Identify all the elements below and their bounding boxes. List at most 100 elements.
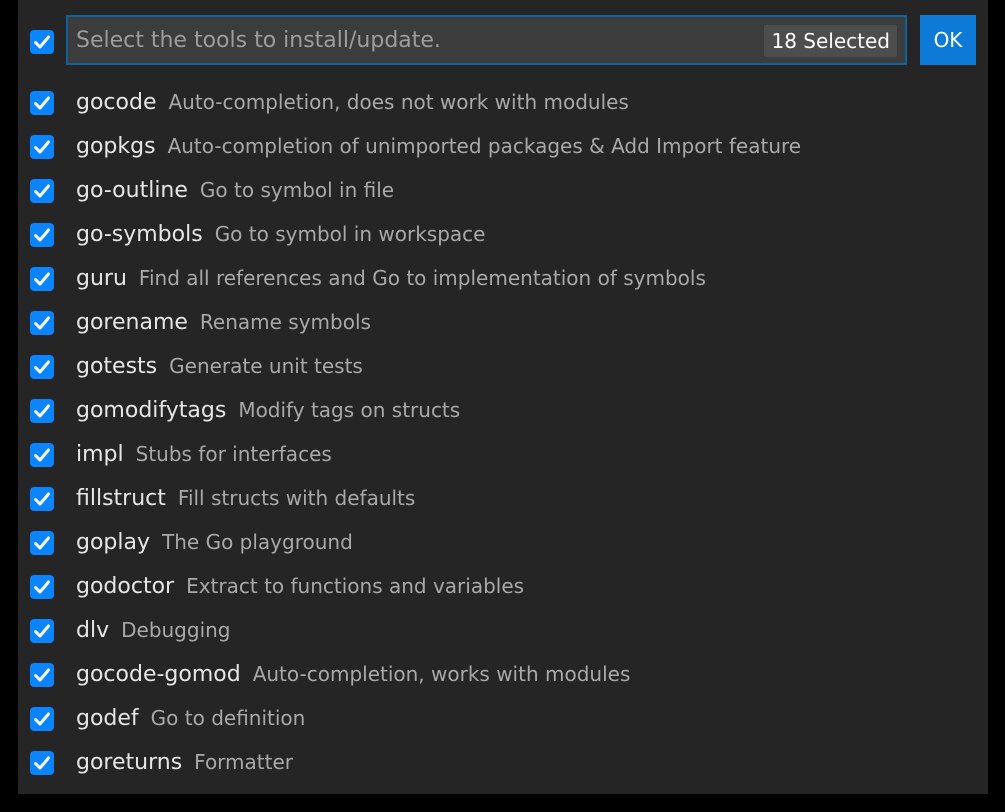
checkmark-icon bbox=[34, 140, 50, 154]
selected-count-badge: 18 Selected bbox=[764, 25, 897, 57]
checkmark-icon bbox=[34, 316, 50, 330]
tool-label: godoctor Extract to functions and variabl… bbox=[76, 571, 524, 602]
checkmark-icon bbox=[34, 404, 50, 418]
checkmark-icon bbox=[34, 35, 50, 49]
tool-checkbox[interactable] bbox=[30, 135, 54, 159]
tool-item-gocode[interactable]: gocode Auto-completion, does not work wit… bbox=[18, 81, 988, 125]
tool-checkbox[interactable] bbox=[30, 619, 54, 643]
tool-name: fillstruct bbox=[76, 486, 166, 511]
tool-checkbox[interactable] bbox=[30, 223, 54, 247]
tool-label: gomodifytags Modify tags on structs bbox=[76, 395, 460, 426]
tool-item-gomodifytags[interactable]: gomodifytags Modify tags on structs bbox=[18, 389, 988, 433]
tool-item-gorename[interactable]: gorename Rename symbols bbox=[18, 301, 988, 345]
tool-description: Go to symbol in workspace bbox=[214, 222, 486, 246]
checkmark-icon bbox=[34, 96, 50, 110]
tool-item-gopkgs[interactable]: gopkgs Auto-completion of unimported pack… bbox=[18, 125, 988, 169]
tool-checkbox[interactable] bbox=[30, 751, 54, 775]
tool-label: guru Find all references and Go to implem… bbox=[76, 263, 706, 294]
tool-checkbox[interactable] bbox=[30, 311, 54, 335]
tool-name: gotests bbox=[76, 354, 158, 379]
tool-item-gocode-gomod[interactable]: gocode-gomod Auto-completion, works with … bbox=[18, 653, 988, 697]
tool-name: gocode bbox=[76, 90, 157, 115]
tool-list: gocode Auto-completion, does not work wit… bbox=[18, 81, 988, 785]
checkmark-icon bbox=[34, 184, 50, 198]
tool-name: dlv bbox=[76, 618, 110, 643]
tool-checkbox[interactable] bbox=[30, 531, 54, 555]
tool-checkbox[interactable] bbox=[30, 487, 54, 511]
tool-name: go-outline bbox=[76, 178, 188, 203]
tool-label: go-outline Go to symbol in file bbox=[76, 175, 394, 206]
select-all-checkbox[interactable] bbox=[30, 30, 54, 54]
tool-label: godef Go to definition bbox=[76, 703, 305, 734]
tool-name: go-symbols bbox=[76, 222, 203, 247]
checkmark-icon bbox=[34, 624, 50, 638]
tool-name: guru bbox=[76, 266, 127, 291]
checkmark-icon bbox=[34, 580, 50, 594]
tool-label: gocode-gomod Auto-completion, works with … bbox=[76, 659, 630, 690]
tool-description: Auto-completion, does not work with modu… bbox=[168, 90, 629, 114]
tool-item-impl[interactable]: impl Stubs for interfaces bbox=[18, 433, 988, 477]
tool-label: gopkgs Auto-completion of unimported pack… bbox=[76, 131, 801, 162]
tool-item-godef[interactable]: godef Go to definition bbox=[18, 697, 988, 741]
checkmark-icon bbox=[34, 712, 50, 726]
tool-description: Stubs for interfaces bbox=[135, 442, 332, 466]
quick-pick-panel: 18 Selected OK gocode Auto-completion, do… bbox=[18, 0, 988, 794]
tool-description: Go to symbol in file bbox=[199, 178, 395, 202]
tool-name: gocode-gomod bbox=[76, 662, 241, 687]
tool-item-goreturns[interactable]: goreturns Formatter bbox=[18, 741, 988, 785]
tool-item-go-outline[interactable]: go-outline Go to symbol in file bbox=[18, 169, 988, 213]
checkmark-icon bbox=[34, 228, 50, 242]
tool-label: fillstruct Fill structs with defaults bbox=[76, 483, 415, 514]
tool-description: Find all references and Go to implementa… bbox=[138, 266, 706, 290]
ok-button[interactable]: OK bbox=[920, 15, 976, 65]
tool-item-goplay[interactable]: goplay The Go playground bbox=[18, 521, 988, 565]
tool-checkbox[interactable] bbox=[30, 443, 54, 467]
tool-label: dlv Debugging bbox=[76, 615, 231, 646]
tool-name: gorename bbox=[76, 310, 188, 335]
tool-item-dlv[interactable]: dlv Debugging bbox=[18, 609, 988, 653]
tool-item-fillstruct[interactable]: fillstruct Fill structs with defaults bbox=[18, 477, 988, 521]
tool-item-guru[interactable]: guru Find all references and Go to implem… bbox=[18, 257, 988, 301]
tool-description: Modify tags on structs bbox=[238, 398, 461, 422]
filter-input[interactable] bbox=[76, 17, 756, 63]
tool-description: Fill structs with defaults bbox=[177, 486, 416, 510]
tool-name: goreturns bbox=[76, 750, 183, 775]
tool-description: Rename symbols bbox=[199, 310, 371, 334]
tool-description: Auto-completion, works with modules bbox=[252, 662, 631, 686]
tool-label: impl Stubs for interfaces bbox=[76, 439, 332, 470]
tool-description: Go to definition bbox=[150, 706, 306, 730]
quick-pick-header: 18 Selected OK bbox=[18, 14, 988, 68]
tool-label: gocode Auto-completion, does not work wit… bbox=[76, 87, 629, 118]
tool-name: gomodifytags bbox=[76, 398, 227, 423]
tool-name: gopkgs bbox=[76, 134, 156, 159]
checkmark-icon bbox=[34, 492, 50, 506]
tool-name: godoctor bbox=[76, 574, 175, 599]
tool-label: gotests Generate unit tests bbox=[76, 351, 363, 382]
tool-item-go-symbols[interactable]: go-symbols Go to symbol in workspace bbox=[18, 213, 988, 257]
tool-checkbox[interactable] bbox=[30, 663, 54, 687]
checkmark-icon bbox=[34, 536, 50, 550]
tool-checkbox[interactable] bbox=[30, 399, 54, 423]
checkmark-icon bbox=[34, 756, 50, 770]
tool-description: Debugging bbox=[121, 618, 231, 642]
tool-label: goplay The Go playground bbox=[76, 527, 353, 558]
tool-description: Auto-completion of unimported packages &… bbox=[167, 134, 802, 158]
checkmark-icon bbox=[34, 448, 50, 462]
tool-description: Extract to functions and variables bbox=[186, 574, 525, 598]
checkmark-icon bbox=[34, 272, 50, 286]
tool-checkbox[interactable] bbox=[30, 707, 54, 731]
tool-checkbox[interactable] bbox=[30, 355, 54, 379]
tool-checkbox[interactable] bbox=[30, 267, 54, 291]
tool-checkbox[interactable] bbox=[30, 179, 54, 203]
tool-checkbox[interactable] bbox=[30, 91, 54, 115]
tool-item-godoctor[interactable]: godoctor Extract to functions and variabl… bbox=[18, 565, 988, 609]
tool-description: Formatter bbox=[194, 750, 294, 774]
tool-item-gotests[interactable]: gotests Generate unit tests bbox=[18, 345, 988, 389]
checkmark-icon bbox=[34, 668, 50, 682]
filter-input-box[interactable]: 18 Selected bbox=[66, 15, 907, 65]
tool-description: The Go playground bbox=[162, 530, 353, 554]
tool-name: goplay bbox=[76, 530, 151, 555]
tool-name: godef bbox=[76, 706, 139, 731]
tool-checkbox[interactable] bbox=[30, 575, 54, 599]
tool-label: go-symbols Go to symbol in workspace bbox=[76, 219, 485, 250]
